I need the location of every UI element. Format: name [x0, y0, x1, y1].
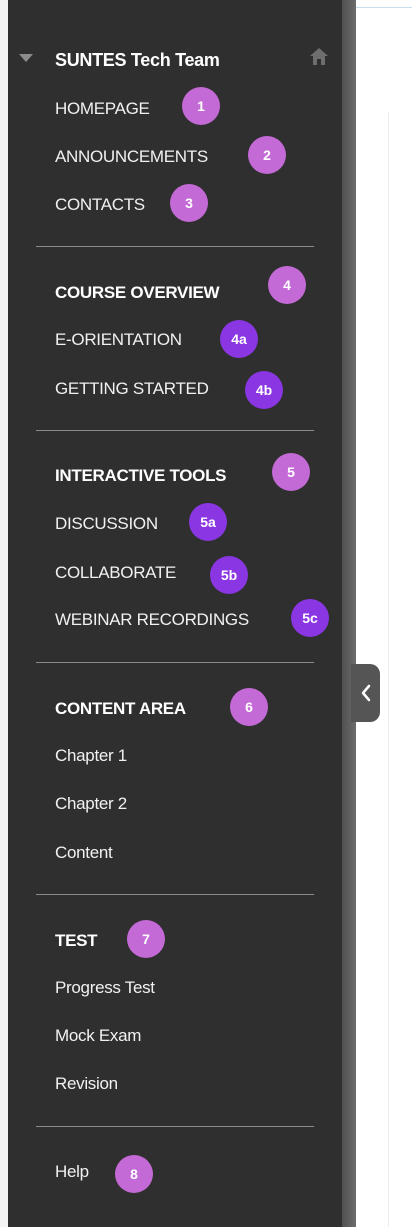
triangle-down-icon[interactable]: [19, 54, 33, 62]
annotation-badge: 7: [127, 920, 165, 958]
menu-item-chapter-2[interactable]: Chapter 2: [55, 794, 127, 814]
menu-item-getting-started[interactable]: GETTING STARTED: [55, 379, 209, 399]
annotation-badge: 2: [248, 136, 286, 174]
menu-item-discussion[interactable]: DISCUSSION: [55, 514, 158, 534]
section-header-test[interactable]: TEST: [55, 931, 98, 951]
content-top-border: [356, 7, 412, 8]
menu-item-contacts[interactable]: CONTACTS: [55, 195, 145, 215]
home-icon[interactable]: [308, 46, 330, 68]
section-header-content-area[interactable]: CONTENT AREA: [55, 699, 186, 719]
section-header-course-overview[interactable]: COURSE OVERVIEW: [55, 283, 220, 303]
menu-item-e-orientation[interactable]: E-ORIENTATION: [55, 330, 182, 350]
menu-item-homepage[interactable]: HOMEPAGE: [55, 99, 150, 119]
menu-item-help[interactable]: Help: [55, 1162, 89, 1182]
divider: [36, 894, 314, 895]
menu-item-revision[interactable]: Revision: [55, 1074, 118, 1094]
left-margin: [0, 0, 8, 1227]
divider: [36, 662, 314, 663]
annotation-badge: 6: [230, 688, 268, 726]
menu-item-content[interactable]: Content: [55, 843, 113, 863]
collapse-menu-button[interactable]: [351, 664, 380, 722]
chevron-left-icon: [361, 684, 370, 702]
menu-item-announcements[interactable]: ANNOUNCEMENTS: [55, 147, 208, 167]
sidebar-edge: [342, 0, 356, 1227]
annotation-badge: 5a: [189, 503, 227, 541]
section-header-interactive-tools[interactable]: INTERACTIVE TOOLS: [55, 466, 227, 486]
divider: [36, 430, 314, 431]
menu-item-mock-exam[interactable]: Mock Exam: [55, 1026, 141, 1046]
annotation-badge: 5c: [291, 599, 329, 637]
annotation-badge: 8: [115, 1155, 153, 1193]
course-title[interactable]: SUNTES Tech Team: [55, 50, 220, 70]
divider: [36, 246, 314, 247]
annotation-badge: 4: [268, 266, 306, 304]
divider: [36, 1126, 314, 1127]
annotation-badge: 5: [272, 453, 310, 491]
annotation-badge: 4a: [220, 320, 258, 358]
annotation-badge: 5b: [210, 556, 248, 594]
course-menu: SUNTES Tech Team HOMEPAGE 1 ANNOUNCEMENT…: [8, 0, 342, 1227]
annotation-badge: 3: [170, 184, 208, 222]
menu-item-chapter-1[interactable]: Chapter 1: [55, 746, 127, 766]
menu-item-webinar-recordings[interactable]: WEBINAR RECORDINGS: [55, 610, 249, 630]
annotation-badge: 1: [182, 87, 220, 125]
content-frame-border: [388, 112, 389, 1227]
content-panel: [356, 0, 412, 1227]
menu-item-collaborate[interactable]: COLLABORATE: [55, 563, 176, 583]
menu-item-progress-test[interactable]: Progress Test: [55, 978, 155, 998]
annotation-badge: 4b: [245, 371, 283, 409]
